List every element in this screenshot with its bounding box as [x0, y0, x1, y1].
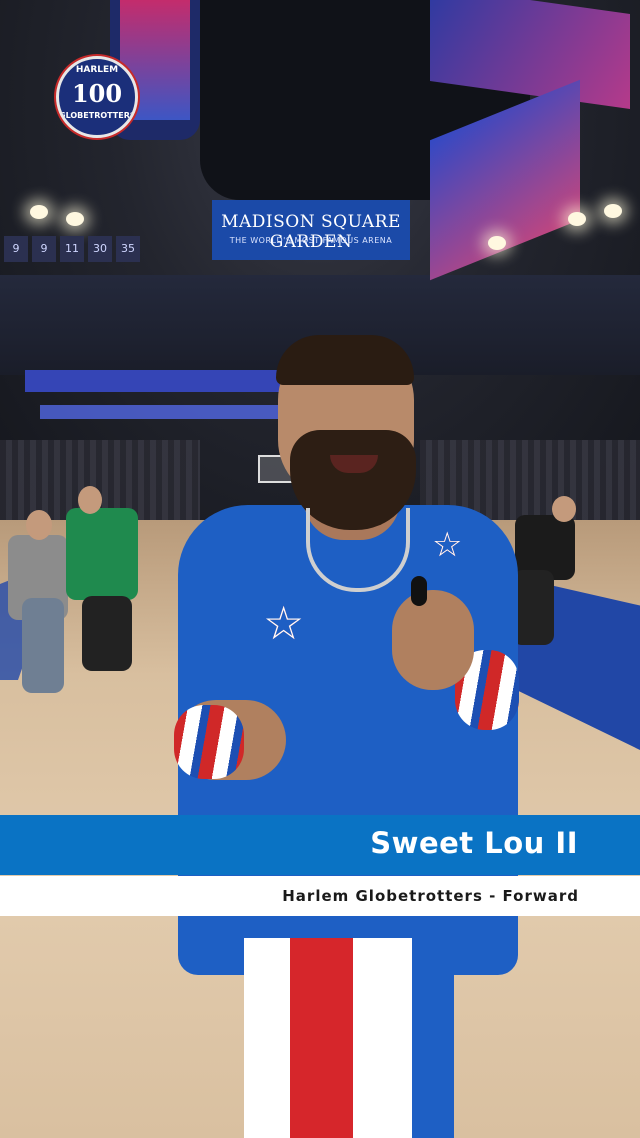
- player-role: Harlem Globetrotters - Forward: [282, 887, 579, 905]
- jersey-star-icon: ☆: [432, 525, 463, 565]
- bystander-man-green-jersey: [66, 508, 138, 600]
- logo-top-text: HARLEM: [75, 65, 119, 75]
- lower-third-name-bar: Sweet Lou II: [0, 815, 640, 875]
- player-shorts: [244, 938, 454, 1138]
- retired-number: 9: [4, 236, 28, 262]
- retired-number: 30: [88, 236, 112, 262]
- logo-number: 100: [71, 79, 123, 108]
- arena-light: [604, 204, 622, 218]
- venue-banner-subtitle: THE WORLD'S MOST FAMOUS ARENA: [229, 236, 393, 245]
- retired-number-banners: 9 9 11 30 35: [0, 236, 164, 266]
- player-name: Sweet Lou II: [370, 826, 578, 860]
- retired-number: 11: [60, 236, 84, 262]
- player-right-hand: [392, 590, 474, 690]
- retired-number: 9: [32, 236, 56, 262]
- arena-light: [30, 205, 48, 219]
- video-frame: MADISON SQUARE GARDEN THE WORLD'S MOST F…: [0, 0, 640, 1138]
- arena-light: [66, 212, 84, 226]
- jersey-star-icon: ☆: [263, 596, 305, 650]
- worker-head: [552, 496, 576, 522]
- bystander-woman-head: [26, 510, 52, 540]
- bystander-man-head: [78, 486, 102, 514]
- worker-legs: [512, 570, 554, 645]
- player-left-sleeve: [174, 705, 244, 779]
- venue-banner-title: MADISON SQUARE GARDEN: [221, 212, 401, 252]
- bystander-man-pants: [82, 596, 132, 671]
- bystander-woman-legs: [22, 598, 64, 693]
- led-ribbon-board: [25, 370, 280, 392]
- arena-light: [568, 212, 586, 226]
- led-ribbon-board-lower: [40, 405, 280, 419]
- retired-number: 35: [116, 236, 140, 262]
- globetrotters-100-logo: HARLEM 100 GLOBETROTTERS: [56, 56, 138, 138]
- logo-bottom-text: GLOBETROTTERS: [59, 111, 136, 120]
- lower-third-role-bar: Harlem Globetrotters - Forward: [0, 876, 640, 916]
- microphone-icon: [411, 576, 427, 606]
- player-hair: [276, 335, 414, 385]
- venue-banner: MADISON SQUARE GARDEN THE WORLD'S MOST F…: [212, 200, 410, 260]
- arena-light: [488, 236, 506, 250]
